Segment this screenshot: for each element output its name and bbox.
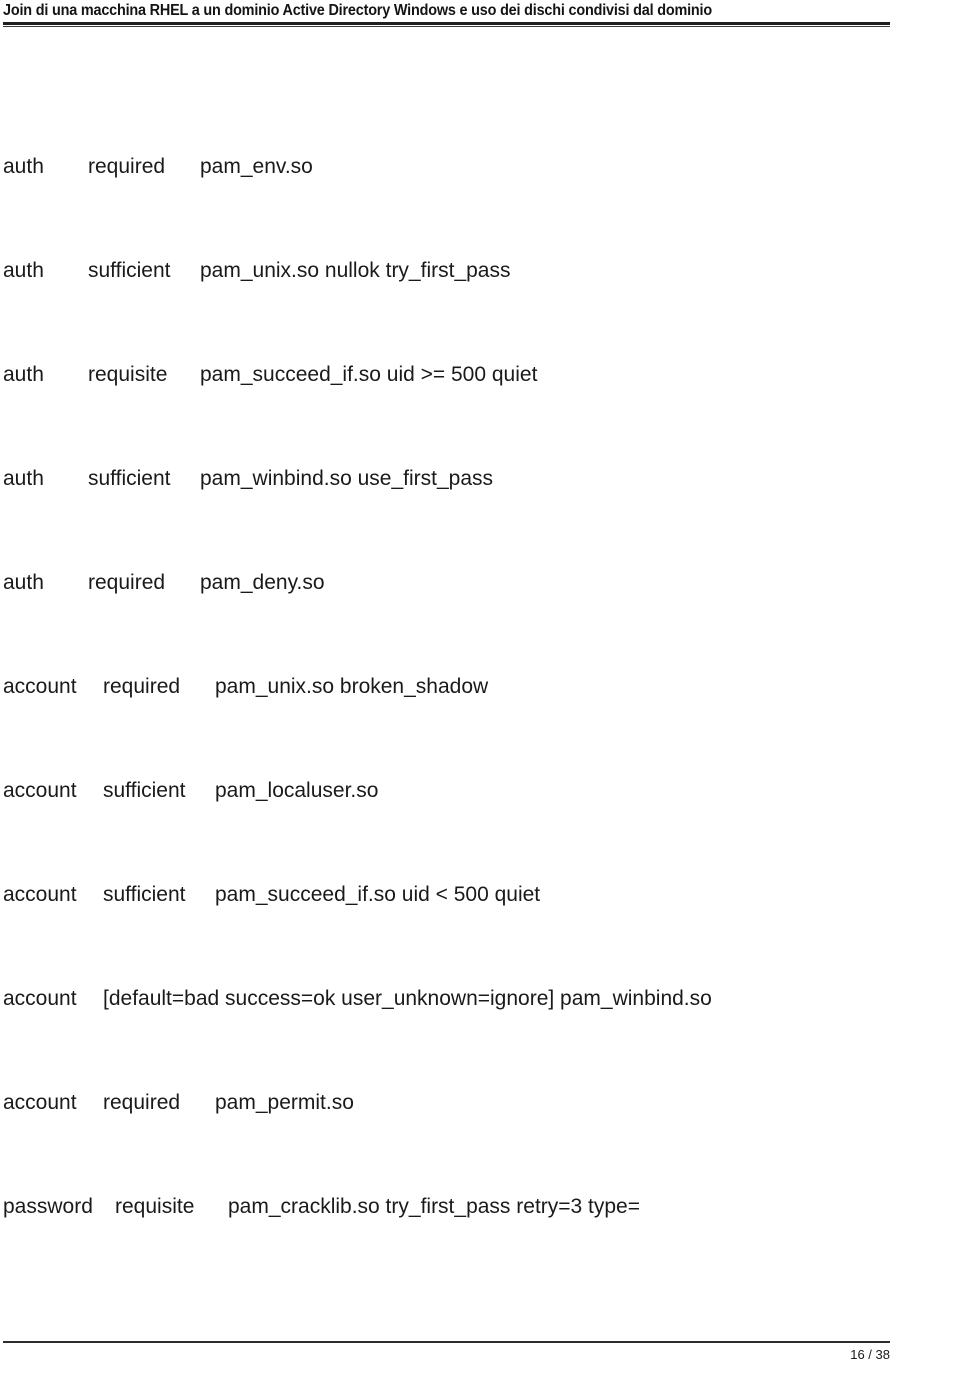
config-line-control: required [88, 571, 166, 594]
page-header: Join di una macchina RHEL a un dominio A… [0, 0, 960, 30]
config-line: account sufficient pam_localuser.so [0, 764, 960, 868]
config-line: account required pam_permit.so [0, 1076, 960, 1180]
config-line-control: sufficient [103, 779, 186, 802]
config-line: password requisite pam_cracklib.so try_f… [0, 1180, 960, 1284]
config-line-type: auth [3, 259, 44, 282]
config-line-type: password [3, 1195, 93, 1218]
config-line-type: auth [3, 363, 44, 386]
config-line-control: required [103, 675, 181, 698]
config-line-type: account [3, 1091, 77, 1114]
config-line: auth required pam_env.so [0, 140, 960, 244]
config-line: auth sufficient pam_unix.so nullok try_f… [0, 244, 960, 348]
pam-config-listing: auth required pam_env.so auth sufficient… [0, 140, 960, 1284]
config-line-module: pam_unix.so nullok try_first_pass [200, 259, 511, 282]
config-line: auth required pam_deny.so [0, 556, 960, 660]
page-footer: 16 / 38 [0, 1319, 960, 1379]
config-line-module: pam_winbind.so use_first_pass [200, 467, 493, 490]
config-line: account required pam_unix.so broken_shad… [0, 660, 960, 764]
config-line-control: requisite [115, 1195, 195, 1218]
config-line-control: requisite [88, 363, 168, 386]
config-line-type: account [3, 779, 77, 802]
config-line-control: sufficient [88, 259, 171, 282]
config-line-type: auth [3, 467, 44, 490]
config-line: auth sufficient pam_winbind.so use_first… [0, 452, 960, 556]
config-line-type: account [3, 883, 77, 906]
config-line-module: pam_localuser.so [215, 779, 379, 802]
config-line-module: pam_env.so [200, 155, 313, 178]
page-title: Join di una macchina RHEL a un dominio A… [3, 2, 712, 19]
config-line: account sufficient pam_succeed_if.so uid… [0, 868, 960, 972]
config-line: account [default=bad success=ok user_unk… [0, 972, 960, 1076]
footer-divider [3, 1341, 890, 1343]
config-line-type: auth [3, 155, 44, 178]
page-number-indicator: 16 / 38 [850, 1347, 890, 1362]
config-line-control: required [103, 1091, 181, 1114]
config-line-control: sufficient [103, 883, 186, 906]
config-line-control: [default=bad success=ok user_unknown=ign… [103, 987, 712, 1010]
config-line-type: auth [3, 571, 44, 594]
config-line-module: pam_succeed_if.so uid < 500 quiet [215, 883, 541, 906]
config-line-module: pam_succeed_if.so uid >= 500 quiet [200, 363, 538, 386]
config-line-module: pam_deny.so [200, 571, 325, 594]
config-line: auth requisite pam_succeed_if.so uid >= … [0, 348, 960, 452]
config-line-module: pam_cracklib.so try_first_pass retry=3 t… [228, 1195, 641, 1218]
header-divider-thin [3, 26, 890, 27]
config-line-control: required [88, 155, 166, 178]
config-line-module: pam_unix.so broken_shadow [215, 675, 489, 698]
config-line-type: account [3, 987, 77, 1010]
config-line-module: pam_permit.so [215, 1091, 354, 1114]
config-line-type: account [3, 675, 77, 698]
header-divider-thick [3, 22, 890, 25]
config-line-control: sufficient [88, 467, 171, 490]
